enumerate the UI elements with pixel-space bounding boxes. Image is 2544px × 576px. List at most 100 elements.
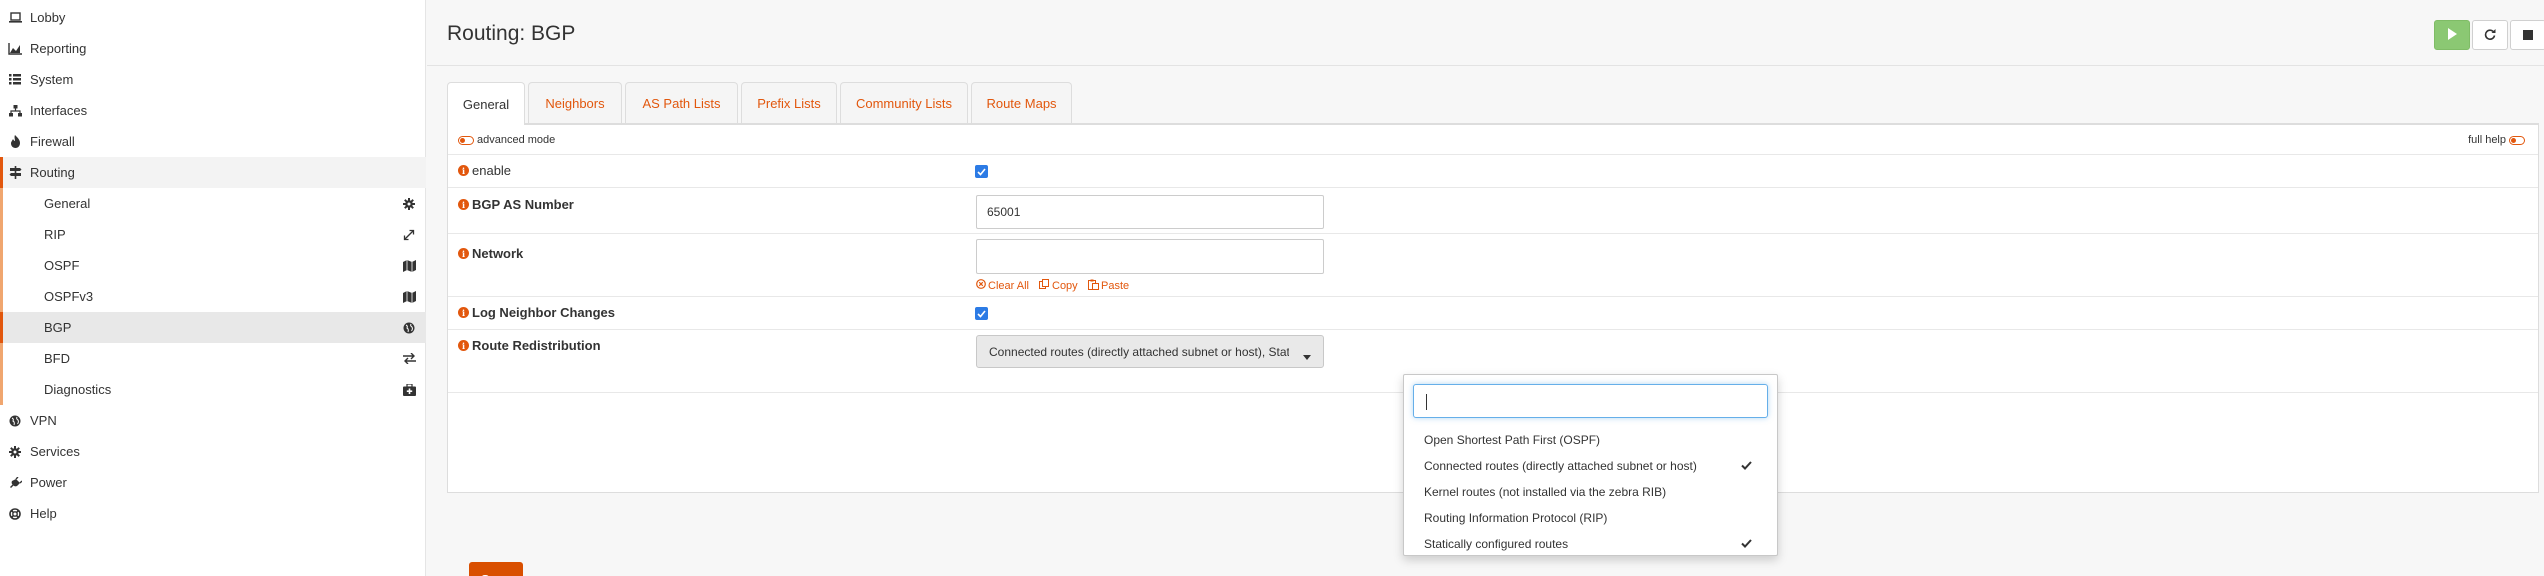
paste-label: Paste xyxy=(1101,280,1130,292)
tab-community-lists[interactable]: Community Lists xyxy=(840,82,968,124)
tab-as-path-lists[interactable]: AS Path Lists xyxy=(625,82,738,124)
sidebar-subitem-ospfv3[interactable]: OSPFv3 xyxy=(0,281,426,312)
log-neighbor-row: i Log Neighbor Changes xyxy=(448,297,2538,330)
enable-checkbox[interactable] xyxy=(975,165,988,178)
info-icon[interactable]: i xyxy=(458,340,469,351)
sidebar-subitem-ospf[interactable]: OSPF xyxy=(0,250,426,281)
info-icon[interactable]: i xyxy=(458,248,469,259)
sidebar-item-reporting[interactable]: Reporting xyxy=(0,33,426,64)
as-number-label: i BGP AS Number xyxy=(458,197,574,212)
info-icon[interactable]: i xyxy=(458,199,469,210)
dropdown-option-kernel[interactable]: Kernel routes (not installed via the zeb… xyxy=(1424,480,1764,504)
checkmark-icon xyxy=(1741,459,1752,473)
advanced-mode-toggle[interactable]: advanced mode xyxy=(458,134,555,146)
dropdown-option-label: Routing Information Protocol (RIP) xyxy=(1424,511,1608,525)
tab-route-maps[interactable]: Route Maps xyxy=(971,82,1072,124)
info-icon[interactable]: i xyxy=(458,165,469,176)
full-help-toggle[interactable]: full help xyxy=(2468,134,2528,146)
save-button[interactable]: Save xyxy=(469,562,523,576)
dropdown-option-label: Statically configured routes xyxy=(1424,537,1569,551)
advanced-mode-label: advanced mode xyxy=(477,134,556,146)
sidebar-item-system[interactable]: System xyxy=(0,64,426,95)
sidebar-subitem-label: RIP xyxy=(44,227,66,242)
map-icon xyxy=(402,290,416,304)
map-icon xyxy=(402,259,416,273)
refresh-icon xyxy=(2484,28,2496,43)
sidebar-item-power[interactable]: Power xyxy=(0,467,426,498)
as-number-row: i BGP AS Number xyxy=(448,188,2538,234)
redistribution-dropdown-menu: Open Shortest Path First (OSPF) Connecte… xyxy=(1403,374,1778,556)
sidebar-subitem-label: Diagnostics xyxy=(44,382,112,397)
restart-service-button[interactable] xyxy=(2472,20,2508,50)
log-neighbor-label: i Log Neighbor Changes xyxy=(458,305,615,320)
exchange-icon xyxy=(402,352,416,366)
lifebuoy-icon xyxy=(8,507,22,521)
copy-link[interactable]: Copy xyxy=(1039,279,1078,292)
redistribution-label-text: Route Redistribution xyxy=(472,338,601,353)
tab-prefix-lists[interactable]: Prefix Lists xyxy=(741,82,837,124)
signpost-icon xyxy=(8,166,22,180)
network-input[interactable] xyxy=(976,239,1324,274)
log-neighbor-checkbox[interactable] xyxy=(975,307,988,320)
dropdown-option-label: Open Shortest Path First (OSPF) xyxy=(1424,433,1601,447)
laptop-icon xyxy=(8,11,22,25)
redistribution-select[interactable]: Connected routes (directly attached subn… xyxy=(976,335,1324,368)
sidebar-item-lobby[interactable]: Lobby xyxy=(0,2,426,33)
panel-toolbar: advanced mode full help xyxy=(448,125,2538,155)
network-label-text: Network xyxy=(472,246,524,261)
sitemap-icon xyxy=(8,104,22,118)
sidebar-subitem-label: OSPFv3 xyxy=(44,289,94,304)
dropdown-option-rip[interactable]: Routing Information Protocol (RIP) xyxy=(1424,506,1764,530)
copy-label: Copy xyxy=(1052,279,1078,292)
fire-icon xyxy=(8,135,22,149)
dropdown-option-ospf[interactable]: Open Shortest Path First (OSPF) xyxy=(1424,428,1764,452)
dropdown-option-label: Connected routes (directly attached subn… xyxy=(1424,459,1697,473)
toggle-off-icon xyxy=(458,135,474,145)
full-help-label: full help xyxy=(2468,134,2506,146)
stop-service-button[interactable] xyxy=(2510,20,2544,50)
dropdown-search-input[interactable] xyxy=(1413,384,1768,418)
paste-icon xyxy=(1088,279,1099,293)
tab-general[interactable]: General xyxy=(447,82,525,125)
paste-link[interactable]: Paste xyxy=(1088,279,1129,293)
sidebar: Lobby Reporting System Interfaces Firewa… xyxy=(0,0,426,576)
sidebar-item-interfaces[interactable]: Interfaces xyxy=(0,95,426,126)
copy-icon xyxy=(1039,279,1050,292)
sidebar-subitem-label: OSPF xyxy=(44,258,80,273)
stop-icon xyxy=(2523,28,2533,43)
main-content: Routing: BGP General Neighbors AS Path L… xyxy=(427,0,2544,576)
sidebar-subitem-label: General xyxy=(44,196,91,211)
sidebar-item-label: Power xyxy=(30,475,67,490)
start-service-button[interactable] xyxy=(2434,20,2470,50)
sidebar-item-firewall[interactable]: Firewall xyxy=(0,126,426,157)
log-neighbor-label-text: Log Neighbor Changes xyxy=(472,305,615,320)
sidebar-item-label: Lobby xyxy=(30,10,66,25)
tab-neighbors[interactable]: Neighbors xyxy=(528,82,622,124)
sidebar-item-label: VPN xyxy=(30,413,57,428)
sidebar-subitem-general[interactable]: General xyxy=(0,188,426,219)
as-number-input[interactable] xyxy=(976,195,1324,229)
sidebar-item-label: Services xyxy=(30,444,80,459)
dropdown-option-label: Kernel routes (not installed via the zeb… xyxy=(1424,485,1667,499)
caret-down-icon xyxy=(1303,349,1311,363)
sidebar-subitem-rip[interactable]: RIP xyxy=(0,219,426,250)
sidebar-item-routing[interactable]: Routing xyxy=(0,157,426,188)
dropdown-option-static[interactable]: Statically configured routes xyxy=(1424,532,1764,556)
dropdown-option-connected[interactable]: Connected routes (directly attached subn… xyxy=(1424,454,1764,478)
sidebar-item-services[interactable]: Services xyxy=(0,436,426,467)
sidebar-subitem-bgp[interactable]: BGP xyxy=(0,312,426,343)
gear-icon xyxy=(8,445,22,459)
clear-all-link[interactable]: Clear All xyxy=(976,279,1029,292)
sidebar-subitem-label: BFD xyxy=(44,351,70,366)
sidebar-item-label: Interfaces xyxy=(30,103,88,118)
as-number-label-text: BGP AS Number xyxy=(472,197,574,212)
gear-icon xyxy=(402,197,416,211)
globe-icon xyxy=(402,321,416,335)
sidebar-item-vpn[interactable]: VPN xyxy=(0,405,426,436)
sidebar-item-help[interactable]: Help xyxy=(0,498,426,529)
network-row: i Network Clear All Copy Paste xyxy=(448,234,2538,297)
sidebar-subitem-label: BGP xyxy=(44,320,72,335)
sidebar-subitem-bfd[interactable]: BFD xyxy=(0,343,426,374)
sidebar-subitem-diagnostics[interactable]: Diagnostics xyxy=(0,374,426,405)
info-icon[interactable]: i xyxy=(458,307,469,318)
